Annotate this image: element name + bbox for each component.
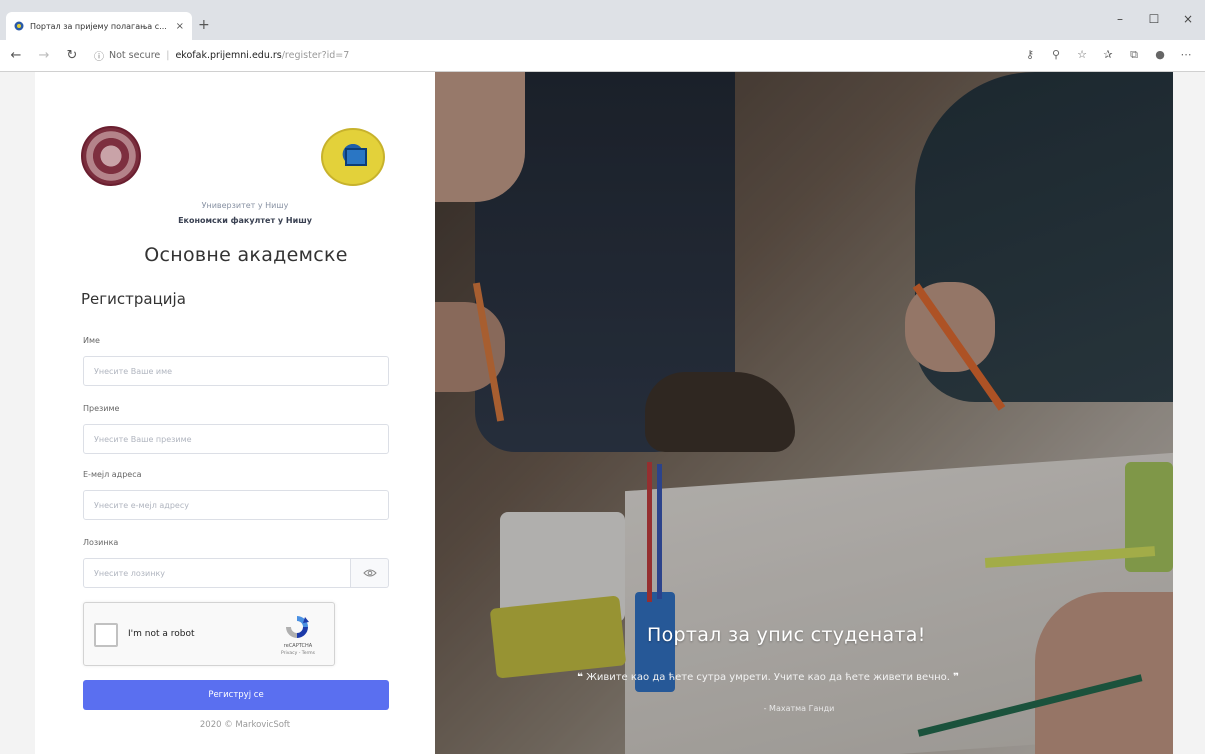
collections-icon[interactable]: ⧉ xyxy=(1121,48,1147,62)
email-input[interactable] xyxy=(83,490,389,520)
recaptcha-widget: I'm not a robot reCAPTCHA Privacy - Term… xyxy=(83,602,335,666)
browser-tab-bar: Портал за пријему полагања с... × + – ☐ … xyxy=(0,0,1205,40)
eye-icon xyxy=(362,569,377,577)
email-label: Е-мејл адреса xyxy=(83,470,142,479)
new-tab-button[interactable]: + xyxy=(198,17,210,33)
footer-copyright: 2020 © MarkovicSoft xyxy=(199,720,291,730)
back-arrow-icon[interactable]: ← xyxy=(4,48,28,63)
last-name-label: Презиме xyxy=(83,404,120,413)
hero-quote: ❝ Живите као да ћете сутра умрети. Учите… xyxy=(577,672,959,683)
section-title: Регистрација xyxy=(81,290,186,308)
registration-panel: Универзитет у Нишу Економски факултет у … xyxy=(35,72,435,754)
url-host: ekofak.prijemni.edu.rs xyxy=(175,50,282,61)
image-overlay xyxy=(435,72,1173,754)
url-separator: | xyxy=(166,50,170,61)
not-secure-label: Not secure xyxy=(109,50,161,61)
faculty-name: Економски факултет у Нишу xyxy=(178,216,312,225)
password-input[interactable] xyxy=(83,558,351,588)
password-label: Лозинка xyxy=(83,538,119,547)
recaptcha-icon xyxy=(286,616,309,638)
recaptcha-terms-link[interactable]: Privacy - Terms xyxy=(270,651,326,656)
hero-author: - Махатма Ганди xyxy=(763,704,835,713)
hero-quote-text: Живите као да ћете сутра умрети. Учите к… xyxy=(586,672,950,683)
register-button[interactable]: Региструј се xyxy=(83,680,389,710)
url-path: /register?id=7 xyxy=(281,50,350,61)
browser-toolbar: ⚷ ⚲ ☆ ✰ ⧉ ● ⋯ xyxy=(1017,48,1199,62)
recaptcha-label: I'm not a robot xyxy=(128,629,195,639)
university-name: Универзитет у Нишу xyxy=(201,201,289,210)
forward-arrow-icon[interactable]: → xyxy=(32,48,56,63)
last-name-input[interactable] xyxy=(83,424,389,454)
info-icon[interactable]: ⓘ xyxy=(94,48,104,63)
quote-open-icon: ❝ xyxy=(577,672,583,683)
page: Универзитет у Нишу Економски факултет у … xyxy=(35,72,1173,754)
quote-close-icon: ❞ xyxy=(953,672,960,683)
window-controls: – ☐ × xyxy=(1103,12,1205,26)
more-icon[interactable]: ⋯ xyxy=(1173,48,1199,62)
show-password-button[interactable] xyxy=(351,558,389,588)
favorites-icon[interactable]: ✰ xyxy=(1095,48,1121,62)
recaptcha-brand: reCAPTCHA xyxy=(283,643,313,649)
close-window-button[interactable]: × xyxy=(1171,12,1205,26)
key-icon[interactable]: ⚷ xyxy=(1017,48,1043,62)
minimize-button[interactable]: – xyxy=(1103,12,1137,26)
favorite-star-icon[interactable]: ☆ xyxy=(1069,48,1095,62)
hero-title: Портал за упис студената! xyxy=(647,624,926,646)
first-name-input[interactable] xyxy=(83,356,389,386)
tab-close-icon[interactable]: × xyxy=(176,21,184,32)
maximize-button[interactable]: ☐ xyxy=(1137,12,1171,26)
address-bar: ← → ↻ ⓘ Not secure | ekofak.prijemni.edu… xyxy=(0,40,1205,72)
first-name-label: Име xyxy=(83,336,100,345)
zoom-icon[interactable]: ⚲ xyxy=(1043,48,1069,62)
url-field[interactable]: ⓘ Not secure | ekofak.prijemni.edu.rs /r… xyxy=(94,48,349,63)
university-logo xyxy=(81,126,141,186)
favicon-icon xyxy=(14,21,24,31)
tab-title: Портал за пријему полагања с... xyxy=(30,21,167,31)
profile-icon[interactable]: ● xyxy=(1147,48,1173,62)
browser-tab[interactable]: Портал за пријему полагања с... × xyxy=(6,12,192,40)
hero-image-panel: Портал за упис студената! ❝ Живите као д… xyxy=(435,72,1173,754)
faculty-logo xyxy=(321,128,385,186)
refresh-icon[interactable]: ↻ xyxy=(60,48,84,63)
page-title: Основне академске xyxy=(144,244,348,266)
recaptcha-checkbox[interactable] xyxy=(94,623,118,647)
